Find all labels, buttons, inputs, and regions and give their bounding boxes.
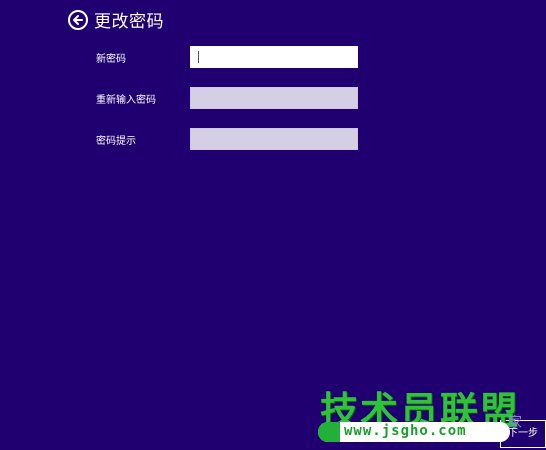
back-button[interactable] — [68, 9, 88, 30]
new-password-field[interactable] — [190, 46, 358, 68]
watermark: 技术员联盟 www.jsgho.com 家 — [314, 378, 546, 450]
watermark-url-accent — [318, 422, 340, 442]
new-password-row: 新密码 — [96, 46, 366, 69]
confirm-password-field[interactable] — [190, 87, 358, 109]
change-password-page: 更改密码 新密码 重新输入密码 密码提示 下一步 技术员联盟 www.jsgho… — [0, 0, 546, 450]
watermark-home-char: 家 — [508, 415, 522, 431]
back-arrow-icon — [73, 14, 83, 25]
password-hint-label: 密码提示 — [96, 136, 136, 147]
page-header: 更改密码 — [68, 7, 164, 32]
new-password-label: 新密码 — [96, 54, 126, 65]
watermark-url: www.jsgho.com — [344, 423, 467, 439]
confirm-password-label: 重新输入密码 — [96, 95, 156, 106]
page-title: 更改密码 — [94, 12, 164, 32]
text-cursor — [198, 51, 199, 63]
confirm-password-row: 重新输入密码 — [96, 87, 366, 110]
watermark-url-bar: www.jsgho.com — [318, 422, 510, 442]
password-hint-row: 密码提示 — [96, 128, 366, 151]
password-hint-field[interactable] — [190, 128, 358, 150]
